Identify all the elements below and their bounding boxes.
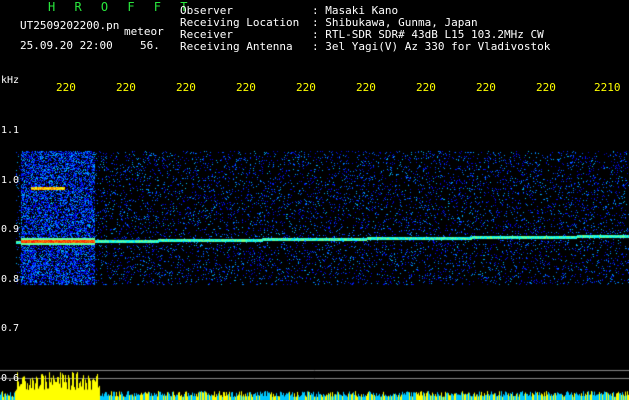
time-tick-label: 220 (56, 81, 76, 94)
freq-tick-label: 1.0 (1, 175, 20, 186)
time-tick-label: 220 (416, 81, 436, 94)
time-tick-label: 220 (176, 81, 196, 94)
time-tick-label: 220 (296, 81, 316, 94)
count-label: 56. (140, 39, 160, 52)
time-tick-label: 2210 (594, 81, 621, 94)
spectrogram-canvas (0, 95, 629, 400)
freq-tick-label: 0.8 (1, 274, 20, 285)
time-tick-label: 220 (116, 81, 136, 94)
info-label: Receiving Antenna (180, 40, 293, 53)
freq-tick-label: 0.6 (1, 373, 20, 384)
time-tick-label: 220 (236, 81, 256, 94)
freq-tick-label: 0.9 (1, 224, 20, 235)
info-value: : 3el Yagi(V) Az 330 for Vladivostok (312, 40, 551, 53)
freq-tick-label: 1.1 (1, 125, 20, 136)
date-time-label: 25.09.20 22:00 (20, 39, 113, 52)
time-tick-label: 220 (536, 81, 556, 94)
time-tick-label: 220 (356, 81, 376, 94)
khz-unit-label: kHz (1, 75, 20, 86)
hrofft-title: H R O F F T (48, 0, 194, 14)
filename-label: UT2509202200.pn (20, 19, 120, 32)
meteor-label: meteor (124, 25, 164, 38)
time-tick-label: 220 (476, 81, 496, 94)
freq-tick-label: 0.7 (1, 323, 20, 334)
